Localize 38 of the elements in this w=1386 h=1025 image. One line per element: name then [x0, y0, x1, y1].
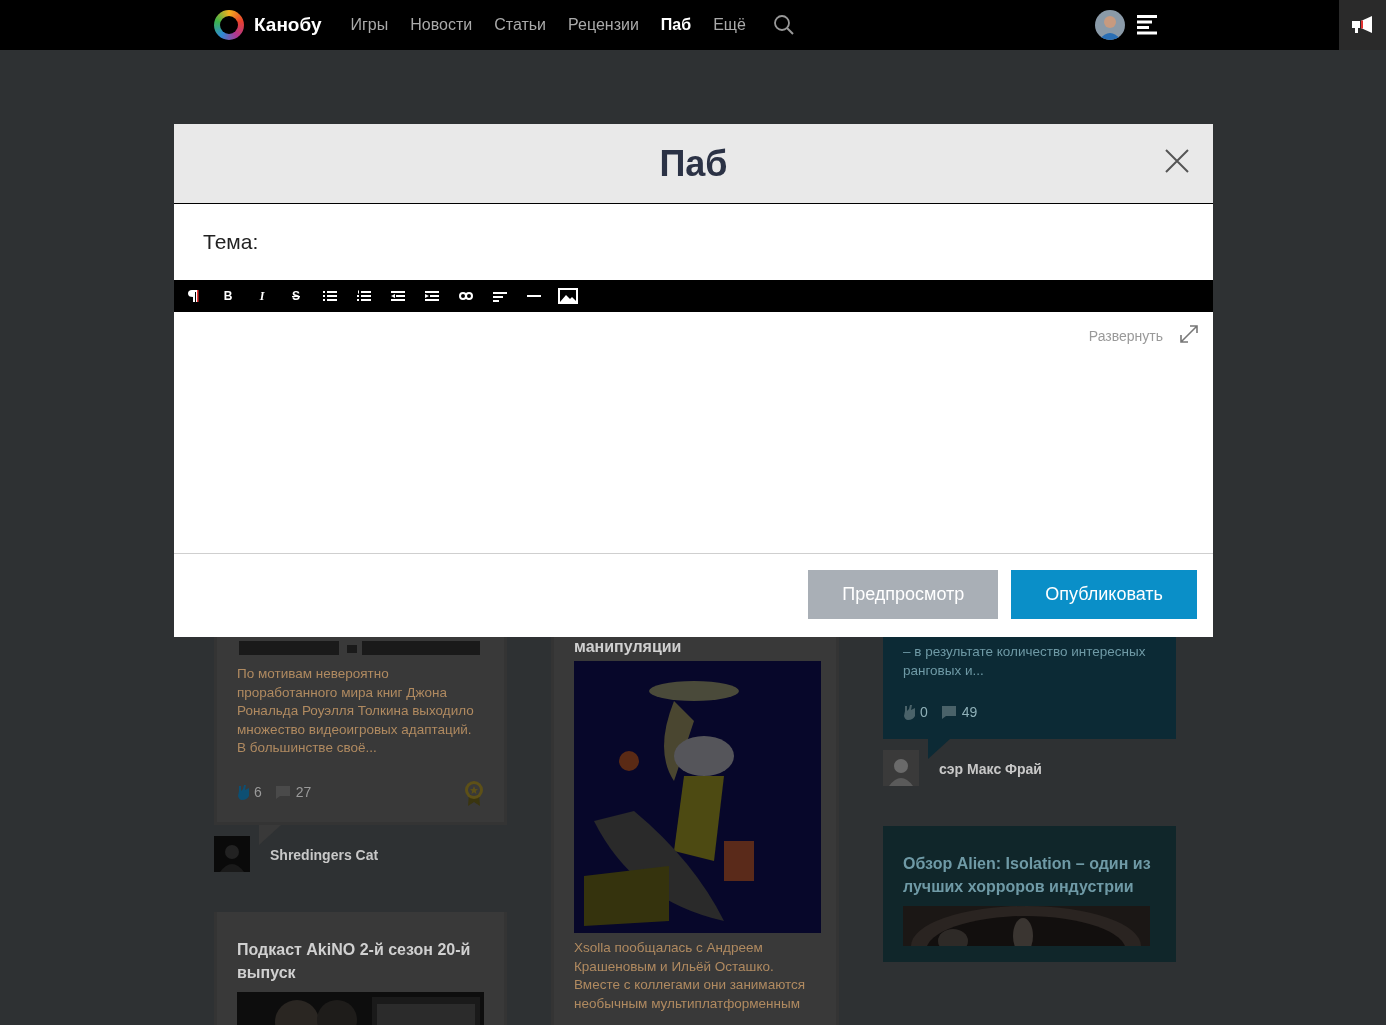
dialog-title: Паб — [659, 141, 728, 186]
post-excerpt: Xsolla пообщалась с Андреем Крашеновым и Ильёй Осташко. Вместе с коллегами они занимаются необычным мультиплатформенным — [574, 939, 807, 1013]
nav-link[interactable]: Новости — [403, 13, 480, 37]
menu-icon[interactable] — [1137, 15, 1158, 35]
nav-link[interactable]: Статьи — [487, 13, 554, 37]
nav-link[interactable]: Паб — [653, 13, 699, 37]
expand-icon[interactable] — [1179, 324, 1199, 344]
speech-tail — [928, 739, 950, 759]
subject-field[interactable]: Тема: — [174, 204, 1213, 280]
strike-button[interactable]: S — [286, 286, 306, 306]
post-excerpt: По мотивам невероятно проработанного мира книг Джона Рональда Роуэлля Толкина выходило множество видеоигровых адаптаций. В большинстве своё... — [237, 665, 475, 757]
image-icon[interactable] — [558, 286, 578, 306]
post-title[interactable]: Обзор Alien: Isolation – один из лучших хорроров индустрии — [903, 852, 1156, 898]
comments-count: 27 — [295, 783, 312, 802]
post-card[interactable]: Подкаст AkiNO 2-й сезон 20-й выпуск — [214, 911, 507, 1025]
comments-count: 49 — [961, 703, 978, 722]
logo-icon[interactable] — [214, 10, 244, 40]
author-name[interactable]: Shredingers Cat — [270, 844, 379, 866]
post-title[interactable]: Подкаст AkiNO 2-й сезон 20-й выпуск — [237, 937, 484, 984]
post-excerpt: – в результате количество интересных ранговых и... — [903, 643, 1147, 680]
post-title[interactable]: манипуляции — [574, 637, 816, 657]
publish-button[interactable]: Опубликовать — [1011, 570, 1197, 619]
likes-count: 0 — [920, 703, 928, 722]
bold-button[interactable]: B — [218, 286, 238, 306]
post-card[interactable]: Обзор Alien: Isolation – один из лучших хорроров индустрии — [883, 826, 1176, 962]
italic-button[interactable]: I — [252, 286, 272, 306]
site-logo-text[interactable]: Канобу — [254, 10, 322, 40]
user-avatar[interactable] — [1095, 10, 1125, 40]
author-name[interactable]: сэр Макс Фрай — [939, 759, 1042, 780]
search-icon[interactable] — [772, 14, 795, 36]
nav-link[interactable]: Игры — [343, 13, 396, 37]
notifications-button[interactable] — [1339, 0, 1386, 50]
post-card[interactable]: манипуляции Xsolla пообщалась с Андреем Крашеновым и Ильёй Осташко. Вместе с коллегами они занимаются необычным мультиплатформенным — [551, 637, 839, 1025]
megaphone-icon — [1351, 16, 1374, 34]
nav-link[interactable]: Рецензии — [561, 13, 646, 37]
close-button[interactable] — [1165, 149, 1189, 173]
likes-count: 6 — [254, 783, 262, 802]
nav-link[interactable]: Ещё — [706, 13, 753, 37]
